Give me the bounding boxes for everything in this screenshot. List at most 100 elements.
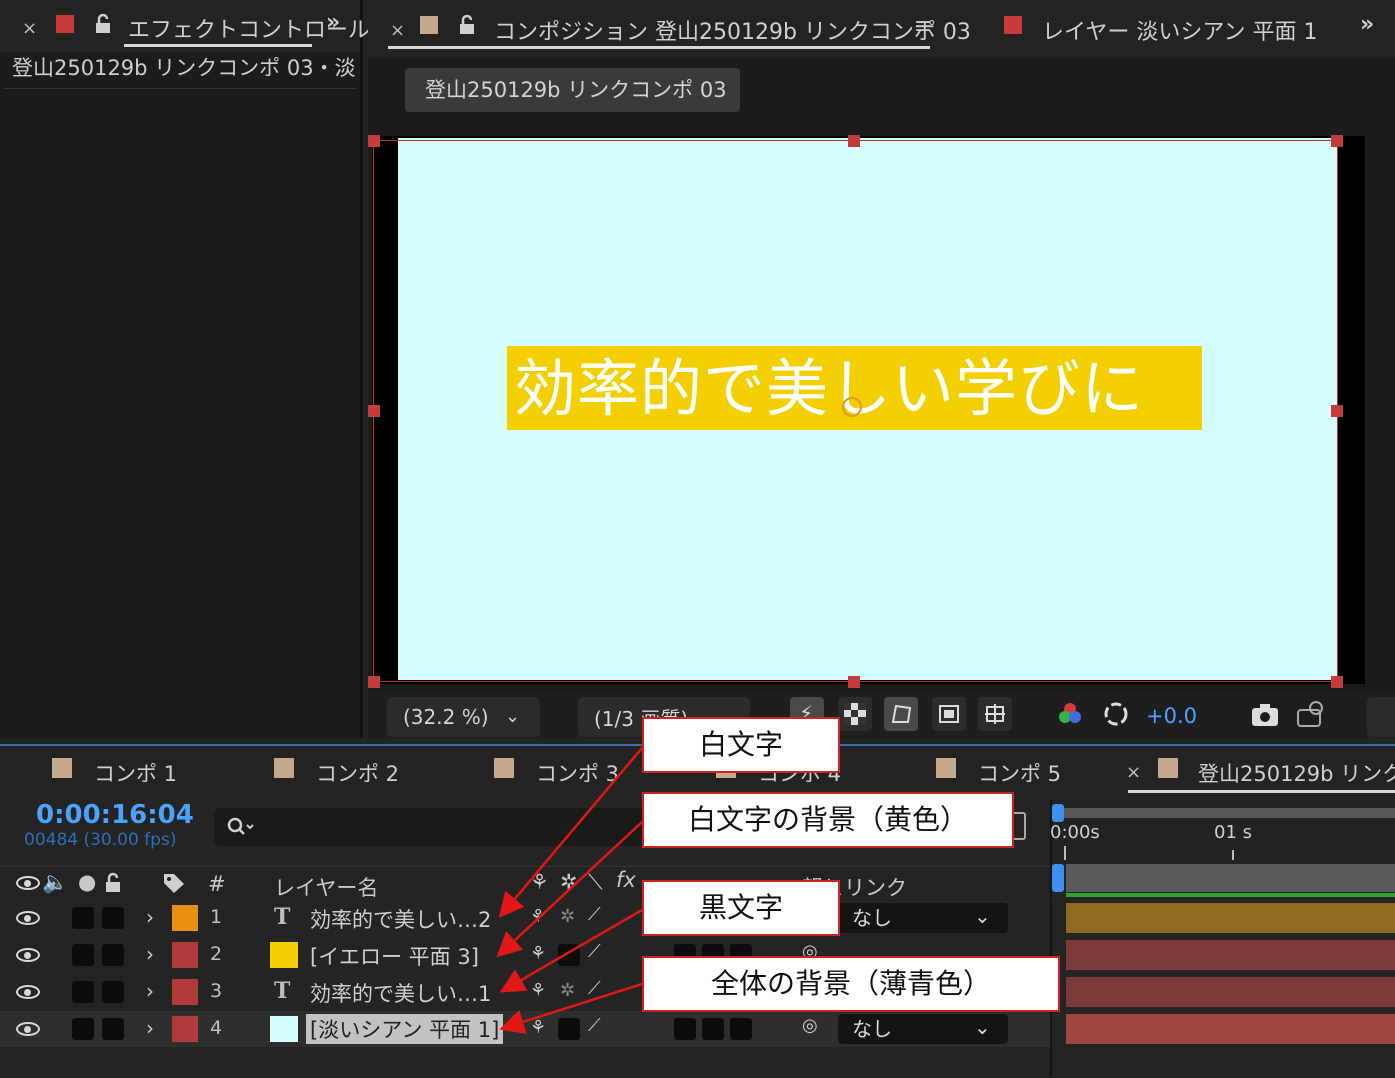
timeline-tab-comp-1[interactable]: コンポ 1 bbox=[94, 758, 177, 788]
timeline-tab-comp-3[interactable]: コンポ 3 bbox=[536, 758, 619, 788]
expand-chevron-icon[interactable]: › bbox=[146, 905, 154, 929]
transform-handle[interactable] bbox=[1331, 405, 1343, 417]
transform-handle[interactable] bbox=[368, 135, 380, 147]
audio-toggle[interactable] bbox=[72, 981, 94, 1003]
viewer-overflow-control[interactable] bbox=[1367, 697, 1395, 737]
layer-row-4[interactable]: › 4 [淡いシアン 平面 1] ⚘ ⟋ ◎ なし ⌄ bbox=[0, 1011, 1050, 1047]
layer-name[interactable]: 効率的で美しい…2 bbox=[310, 904, 491, 934]
visibility-column-icon[interactable] bbox=[16, 876, 40, 890]
lock-toggle[interactable] bbox=[102, 907, 124, 929]
pickwhip-icon[interactable]: ◎ bbox=[802, 1015, 818, 1036]
layer-name[interactable]: [淡いシアン 平面 1] bbox=[306, 1014, 504, 1044]
expand-chevron-icon[interactable]: › bbox=[146, 1016, 154, 1040]
timeline-tab-comp-5[interactable]: コンポ 5 bbox=[978, 758, 1061, 788]
mask-visibility-icon[interactable] bbox=[884, 697, 918, 731]
rgb-channels-icon[interactable] bbox=[1056, 700, 1084, 728]
layer-duration-bar[interactable] bbox=[1066, 903, 1395, 933]
title-text[interactable]: 効率的で美しい学びに bbox=[514, 350, 1144, 428]
visibility-eye-icon[interactable] bbox=[16, 948, 40, 962]
shy-switch-icon[interactable]: ⚘ bbox=[530, 943, 546, 964]
collapse-switch-icon[interactable]: ✲ bbox=[560, 870, 578, 894]
audio-toggle[interactable] bbox=[72, 907, 94, 929]
current-time-indicator[interactable] bbox=[1052, 864, 1064, 892]
audio-toggle[interactable] bbox=[72, 944, 94, 966]
continuous-raster-switch-icon[interactable]: ✲ bbox=[560, 906, 575, 927]
lock-toggle[interactable] bbox=[102, 981, 124, 1003]
quality-switch-icon[interactable]: ⟋ bbox=[588, 1015, 601, 1036]
timeline-tab-comp-2[interactable]: コンポ 2 bbox=[316, 758, 399, 788]
quality-switch-icon[interactable]: ⟋ bbox=[588, 904, 601, 925]
composition-tab[interactable]: コンポジション 登山250129b リンクコンポ 03 bbox=[494, 14, 971, 46]
panel-overflow-button[interactable]: » bbox=[1360, 12, 1374, 37]
work-area-start-handle[interactable] bbox=[1052, 804, 1064, 822]
3d-layer-toggle[interactable] bbox=[730, 1018, 752, 1040]
reset-exposure-icon[interactable] bbox=[1102, 700, 1130, 728]
timeline-tab-active-comp[interactable]: 登山250129b リンクコ bbox=[1198, 758, 1395, 788]
transform-handle[interactable] bbox=[368, 676, 380, 688]
transparency-grid-icon[interactable] bbox=[838, 697, 872, 731]
layer-duration-bar[interactable] bbox=[1066, 1014, 1395, 1044]
expand-chevron-icon[interactable]: › bbox=[146, 942, 154, 966]
effects-switch-icon[interactable]: fx bbox=[616, 868, 636, 892]
camera-icon[interactable] bbox=[1250, 702, 1280, 728]
expand-chevron-icon[interactable]: › bbox=[146, 979, 154, 1003]
layer-label-color[interactable] bbox=[172, 1016, 198, 1042]
layer-label-color[interactable] bbox=[172, 979, 198, 1005]
parent-dropdown[interactable]: なし ⌄ bbox=[838, 903, 1008, 933]
quality-switch-icon[interactable]: ⟍ bbox=[588, 870, 603, 895]
effect-tab-close-icon[interactable]: × bbox=[22, 18, 37, 39]
panel-menu-icon[interactable]: ≡ bbox=[914, 14, 932, 39]
comp-breadcrumb[interactable]: 登山250129b リンクコンポ 03 bbox=[405, 68, 740, 112]
show-snapshot-icon[interactable] bbox=[1296, 700, 1326, 728]
continuous-raster-switch-icon[interactable]: ✲ bbox=[560, 980, 575, 1001]
lock-toggle[interactable] bbox=[102, 944, 124, 966]
audio-column-icon[interactable]: 🔈 bbox=[42, 870, 68, 895]
lock-icon[interactable] bbox=[458, 14, 476, 36]
collapse-toggle[interactable] bbox=[558, 1018, 580, 1040]
layer-search-input[interactable] bbox=[214, 808, 654, 846]
zoom-dropdown[interactable]: (32.2 %) ⌄ bbox=[387, 697, 540, 737]
shy-switch-icon[interactable]: ⚘ bbox=[530, 980, 546, 1001]
transform-handle[interactable] bbox=[848, 676, 860, 688]
panel-overflow-button[interactable]: » bbox=[326, 10, 340, 35]
lock-icon[interactable] bbox=[104, 872, 122, 894]
region-of-interest-icon[interactable] bbox=[932, 697, 966, 731]
collapse-toggle[interactable] bbox=[558, 944, 580, 966]
audio-toggle[interactable] bbox=[72, 1018, 94, 1040]
parent-dropdown[interactable]: なし ⌄ bbox=[838, 1014, 1008, 1044]
layer-label-color[interactable] bbox=[172, 905, 198, 931]
current-time-display[interactable]: 0:00:16:04 bbox=[36, 800, 194, 830]
adjustment-toggle[interactable] bbox=[702, 1018, 724, 1040]
layer-name-header[interactable]: レイヤー名 bbox=[274, 872, 378, 902]
visibility-eye-icon[interactable] bbox=[16, 911, 40, 925]
lock-toggle[interactable] bbox=[102, 1018, 124, 1040]
shy-switch-icon[interactable]: ⚘ bbox=[530, 870, 549, 894]
shy-switch-icon[interactable]: ⚘ bbox=[530, 906, 546, 927]
transform-handle[interactable] bbox=[1331, 676, 1343, 688]
anchor-point-icon[interactable] bbox=[842, 397, 862, 417]
solo-column-icon[interactable]: ● bbox=[78, 870, 96, 894]
grid-guide-options-icon[interactable] bbox=[978, 697, 1012, 731]
layer-tab[interactable]: レイヤー 淡いシアン 平面 1 bbox=[1042, 14, 1317, 46]
layer-name[interactable]: 効率的で美しい…1 bbox=[310, 978, 491, 1008]
transform-handle[interactable] bbox=[368, 405, 380, 417]
layer-name[interactable]: [イエロー 平面 3] bbox=[310, 941, 479, 971]
layer-duration-bar[interactable] bbox=[1066, 977, 1395, 1007]
comp-tab-close-icon[interactable]: × bbox=[390, 20, 405, 41]
layer-label-color[interactable] bbox=[172, 942, 198, 968]
motion-blur-toggle[interactable] bbox=[674, 1018, 696, 1040]
visibility-eye-icon[interactable] bbox=[16, 1022, 40, 1036]
quality-switch-icon[interactable]: ⟋ bbox=[588, 941, 601, 962]
timeline-tab-close-icon[interactable]: × bbox=[1126, 762, 1141, 783]
layer-row-1[interactable]: › 1 T 効率的で美しい…2 ⚘ ✲ ⟋ なし ⌄ bbox=[0, 900, 1050, 936]
transform-handle[interactable] bbox=[1331, 135, 1343, 147]
visibility-eye-icon[interactable] bbox=[16, 985, 40, 999]
lock-icon[interactable] bbox=[94, 13, 112, 35]
shy-switch-icon[interactable]: ⚘ bbox=[530, 1017, 546, 1038]
work-area-bar[interactable] bbox=[1062, 808, 1395, 818]
label-column-icon[interactable] bbox=[162, 872, 186, 894]
transform-handle[interactable] bbox=[848, 135, 860, 147]
exposure-value[interactable]: +0.0 bbox=[1146, 704, 1197, 728]
quality-switch-icon[interactable]: ⟋ bbox=[588, 978, 601, 999]
layer-duration-bar[interactable] bbox=[1066, 940, 1395, 970]
